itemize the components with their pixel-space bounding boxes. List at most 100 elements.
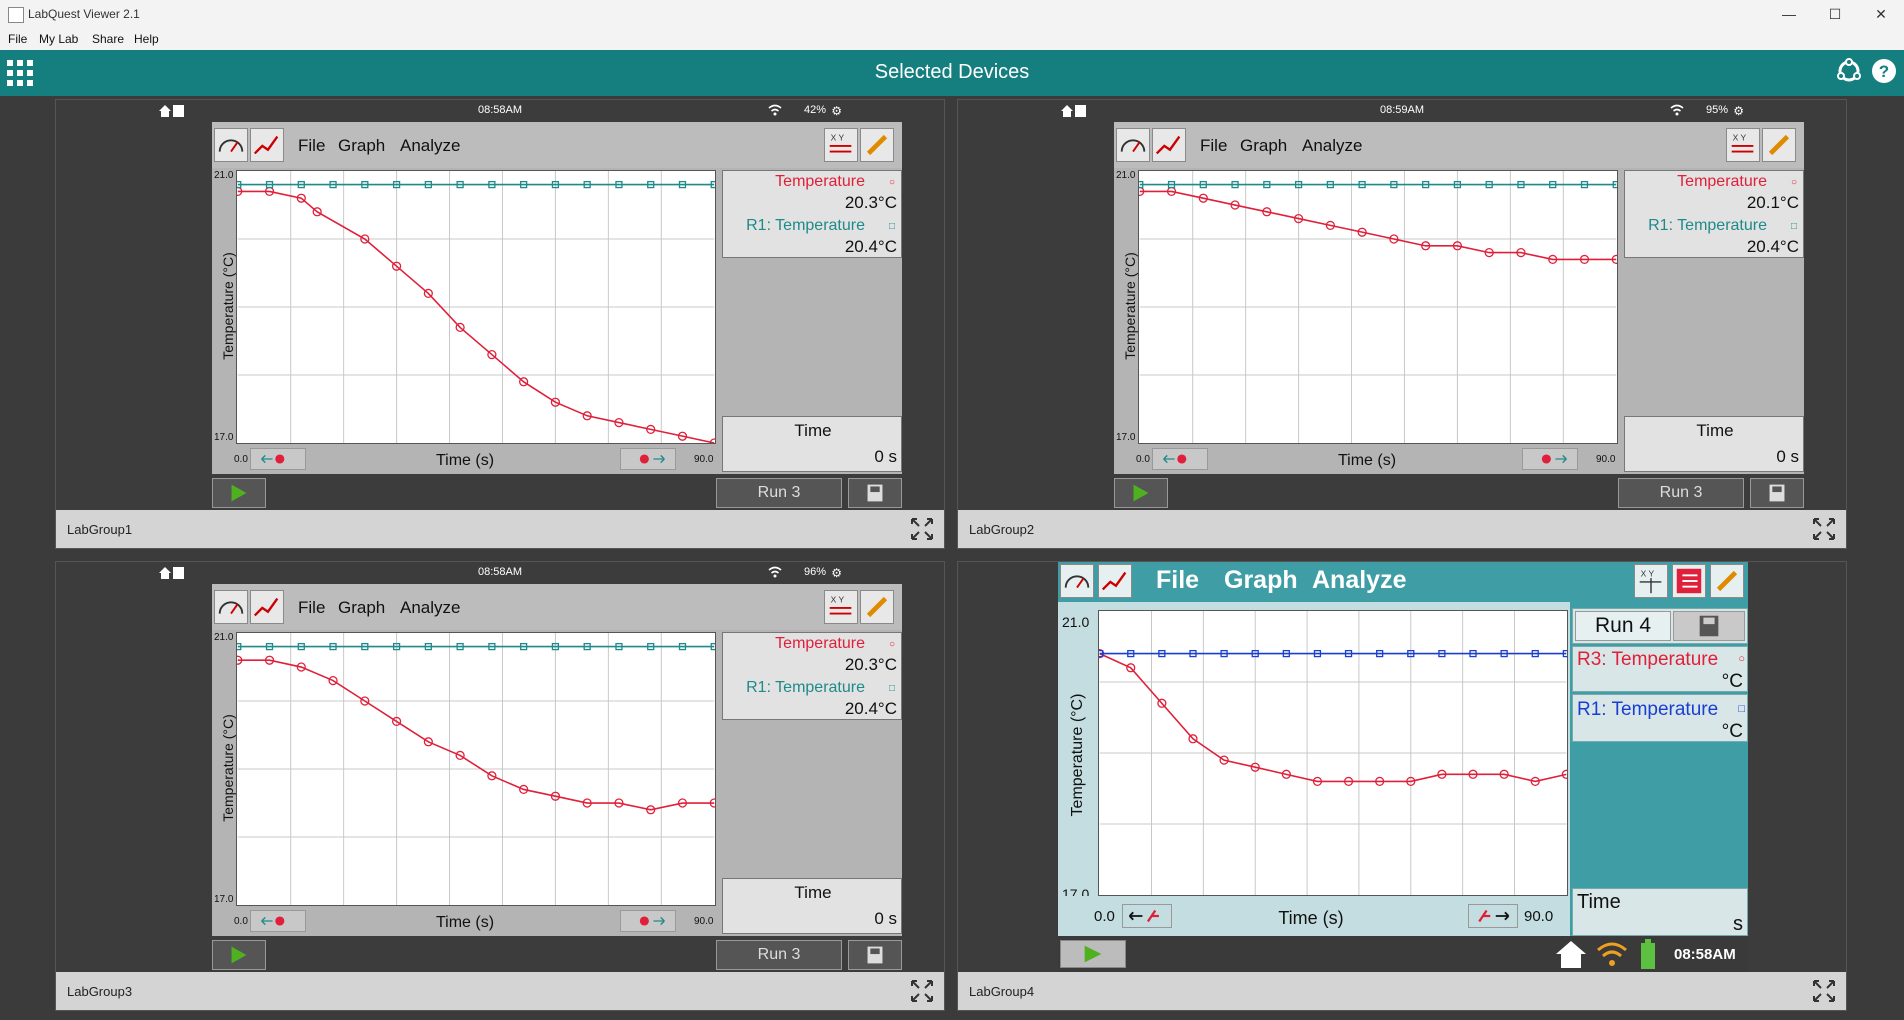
panel-footer: LabGroup2 bbox=[958, 510, 1846, 548]
meter-icon[interactable] bbox=[214, 128, 248, 162]
panel-labgroup4[interactable]: File Graph Analyze X Y 21.0 17.0 Tempera… bbox=[957, 561, 1847, 1011]
scroll-right-button[interactable] bbox=[620, 910, 676, 932]
expand-icon[interactable] bbox=[1812, 979, 1836, 1003]
data-list-icon[interactable] bbox=[1672, 564, 1706, 598]
gear-icon[interactable]: ⚙ bbox=[831, 566, 842, 580]
window-title: LabQuest Viewer 2.1 bbox=[28, 7, 140, 21]
table-view-icon[interactable]: X Y bbox=[824, 128, 858, 162]
notebook-pencil-icon[interactable] bbox=[1762, 128, 1796, 162]
device-menu-graph[interactable]: Graph bbox=[338, 136, 385, 156]
run-selector[interactable]: Run 3 bbox=[716, 478, 842, 508]
graph-view-icon[interactable] bbox=[250, 590, 284, 624]
play-button[interactable] bbox=[1114, 478, 1168, 508]
meter-temperature-name: Temperature bbox=[1677, 173, 1767, 190]
run-selector[interactable]: Run 3 bbox=[716, 940, 842, 970]
menu-help[interactable]: Help bbox=[134, 32, 159, 46]
device-menu-analyze[interactable]: Analyze bbox=[400, 136, 460, 156]
notebook-pencil-icon[interactable] bbox=[860, 128, 894, 162]
meter-icon[interactable] bbox=[214, 590, 248, 624]
table-view-icon[interactable]: X Y bbox=[1634, 564, 1668, 598]
meter-r3-name: R3: Temperature bbox=[1577, 649, 1719, 670]
maximize-button[interactable]: ☐ bbox=[1812, 0, 1858, 28]
gear-icon[interactable]: ⚙ bbox=[831, 104, 842, 118]
table-view-icon[interactable]: X Y bbox=[824, 590, 858, 624]
device-status-bar: 08:59AM 95% ⚙ bbox=[1058, 100, 1746, 122]
circle-marker-icon: ○ bbox=[888, 639, 895, 650]
device-menu-graph[interactable]: Graph bbox=[338, 598, 385, 618]
graph-view-icon[interactable] bbox=[1098, 564, 1132, 598]
device-menu-graph[interactable]: Graph bbox=[1240, 136, 1287, 156]
device-view: 08:58AM 96% ⚙ File Graph Analyze X Y 21.… bbox=[156, 562, 902, 972]
square-marker-icon: □ bbox=[888, 221, 895, 232]
play-button[interactable] bbox=[212, 478, 266, 508]
graph-view-icon[interactable] bbox=[1152, 128, 1186, 162]
scroll-right-button[interactable] bbox=[620, 448, 676, 470]
time-meter: Time 0 s bbox=[722, 878, 902, 934]
expand-icon[interactable] bbox=[910, 517, 934, 541]
menu-bar: File My Lab Share Help bbox=[0, 28, 1904, 50]
save-icon[interactable] bbox=[848, 478, 902, 508]
save-icon[interactable] bbox=[1673, 611, 1745, 641]
table-view-icon[interactable]: X Y bbox=[1726, 128, 1760, 162]
menu-my-lab[interactable]: My Lab bbox=[39, 32, 78, 46]
scroll-right-button[interactable] bbox=[1468, 904, 1518, 928]
expand-icon[interactable] bbox=[1812, 517, 1836, 541]
panel-labgroup1[interactable]: 08:58AM 42% ⚙ File Graph Analyze X Y 21.… bbox=[55, 99, 945, 549]
device-screen: File Graph Analyze X Y 21.0 17.0 Tempera… bbox=[212, 122, 902, 474]
y-axis-label-text: Temperature (°C) bbox=[1122, 252, 1138, 360]
run-selector[interactable]: Run 4 bbox=[1575, 611, 1671, 641]
device-screen: File Graph Analyze X Y 21.0 17.0 Tempera… bbox=[212, 584, 902, 936]
notebook-pencil-icon[interactable] bbox=[860, 590, 894, 624]
save-icon[interactable] bbox=[1750, 478, 1804, 508]
menu-file[interactable]: File bbox=[8, 32, 27, 46]
device-menu-analyze[interactable]: Analyze bbox=[400, 598, 460, 618]
panel-labgroup3[interactable]: 08:58AM 96% ⚙ File Graph Analyze X Y 21.… bbox=[55, 561, 945, 1011]
home-icon[interactable] bbox=[1554, 938, 1588, 970]
meter-r1-value: 20.4°C bbox=[844, 699, 897, 718]
device-clock: 08:58AM bbox=[1674, 946, 1736, 963]
meter-temperature-name: Temperature bbox=[775, 635, 865, 652]
meter-box: Temperature ○ 20.1°C R1: Temperature □ 2… bbox=[1624, 170, 1804, 258]
group-name: LabGroup4 bbox=[969, 984, 1035, 999]
play-button[interactable] bbox=[1060, 940, 1126, 968]
temperature-graph[interactable] bbox=[236, 170, 716, 444]
minimize-button[interactable]: — bbox=[1766, 0, 1812, 28]
device-menu-analyze[interactable]: Analyze bbox=[1312, 566, 1406, 595]
graph-view-icon[interactable] bbox=[250, 128, 284, 162]
panel-labgroup2[interactable]: 08:59AM 95% ⚙ File Graph Analyze X Y 21.… bbox=[957, 99, 1847, 549]
battery-level: 42% bbox=[803, 104, 826, 116]
help-icon[interactable]: ? bbox=[1871, 58, 1897, 84]
page-title: Selected Devices bbox=[874, 61, 1030, 83]
device-menu-file[interactable]: File bbox=[298, 136, 325, 156]
menu-share[interactable]: Share bbox=[92, 32, 124, 46]
time-meter: Time 0 s bbox=[722, 416, 902, 472]
circle-marker-icon: ○ bbox=[888, 177, 895, 188]
gear-icon[interactable]: ⚙ bbox=[1733, 104, 1744, 118]
device-bottom-bar: Run 3 bbox=[212, 474, 902, 510]
scroll-right-button[interactable] bbox=[1522, 448, 1578, 470]
device-menu-graph[interactable]: Graph bbox=[1224, 566, 1298, 595]
meter-r3-value: °C bbox=[1721, 671, 1743, 692]
device-menu-file[interactable]: File bbox=[1200, 136, 1227, 156]
meter-icon[interactable] bbox=[1060, 564, 1094, 598]
temperature-graph[interactable] bbox=[236, 632, 716, 906]
meter-icon[interactable] bbox=[1116, 128, 1150, 162]
device-bottom-bar: Run 3 bbox=[1114, 474, 1804, 510]
square-marker-icon: □ bbox=[888, 683, 895, 694]
device-menu-analyze[interactable]: Analyze bbox=[1302, 136, 1362, 156]
save-icon[interactable] bbox=[848, 940, 902, 970]
group-name: LabGroup1 bbox=[67, 522, 133, 537]
panel-footer: LabGroup1 bbox=[56, 510, 944, 548]
temperature-graph[interactable] bbox=[1098, 610, 1568, 896]
notebook-pencil-icon[interactable] bbox=[1710, 564, 1744, 598]
apps-grid-icon[interactable] bbox=[7, 60, 33, 86]
run-selector[interactable]: Run 3 bbox=[1618, 478, 1744, 508]
play-button[interactable] bbox=[212, 940, 266, 970]
sync-icon[interactable] bbox=[1836, 58, 1862, 84]
temperature-graph[interactable] bbox=[1138, 170, 1618, 444]
device-menu-file[interactable]: File bbox=[1156, 566, 1199, 595]
device-menu-file[interactable]: File bbox=[298, 598, 325, 618]
expand-icon[interactable] bbox=[910, 979, 934, 1003]
close-button[interactable]: ✕ bbox=[1858, 0, 1904, 28]
device-clock: 08:59AM bbox=[1379, 104, 1425, 116]
